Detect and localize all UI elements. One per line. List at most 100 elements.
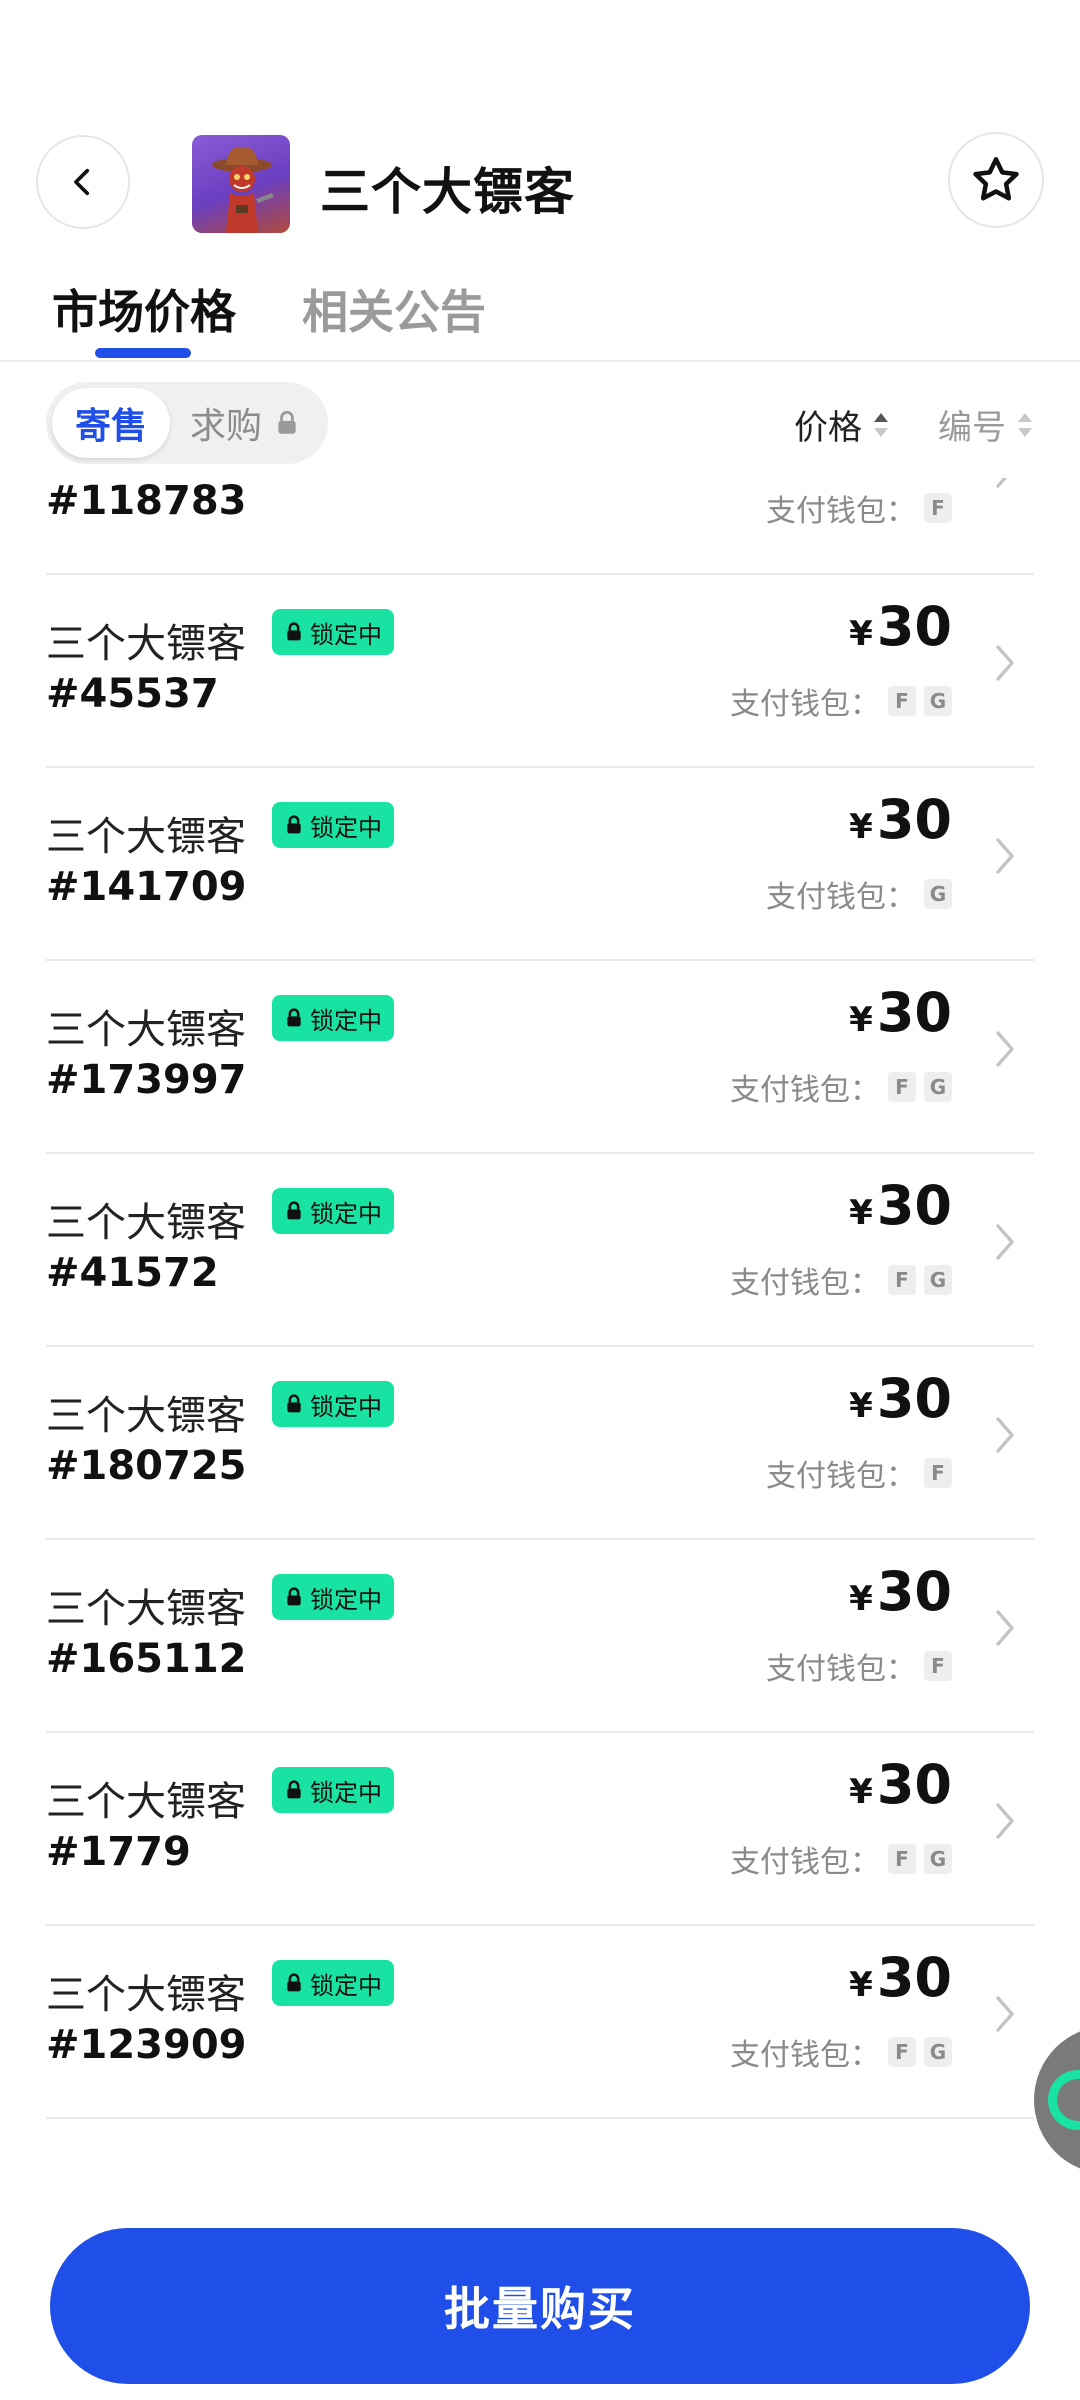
list-item[interactable]: 三个大镖客 锁定中 #180725 ¥ 30 支付钱包： F [46, 1347, 1034, 1540]
wallet-tag: F [888, 1265, 916, 1295]
currency-symbol: ¥ [849, 1193, 873, 1233]
payment-wallets: 支付钱包： FG [730, 1258, 952, 1302]
active-tab-indicator [95, 348, 191, 358]
lock-icon [278, 410, 296, 434]
wallet-tag: G [924, 2037, 952, 2067]
locked-badge-label: 锁定中 [310, 1006, 382, 1035]
item-price: ¥ 30 [849, 1560, 952, 1623]
lock-icon [287, 1973, 301, 1992]
list-item[interactable]: 三个大镖客 锁定中 #41572 ¥ 30 支付钱包： FG [46, 1154, 1034, 1347]
back-button[interactable] [36, 135, 130, 229]
list-item[interactable]: 三个大镖客 锁定中 #123909 ¥ 30 支付钱包： FG [46, 1926, 1034, 2119]
sort-price-label: 价格 [794, 408, 862, 448]
item-name: 三个大镖客 [46, 1200, 246, 1246]
currency-symbol: ¥ [849, 1000, 873, 1040]
item-number: #165112 [46, 1636, 247, 1682]
favorite-button[interactable] [948, 132, 1044, 228]
wallet-tag: F [888, 2037, 916, 2067]
item-name: 三个大镖客 [46, 814, 246, 860]
list-item[interactable]: 三个大镖客 锁定中 #165112 ¥ 30 支付钱包： F [46, 1540, 1034, 1733]
lock-icon [287, 1201, 301, 1220]
bulk-buy-button[interactable]: 批量购买 [50, 2228, 1030, 2384]
wallet-label: 支付钱包： [766, 1652, 916, 1687]
page-title: 三个大镖客 [320, 163, 575, 221]
star-icon [973, 157, 1019, 201]
payment-wallets: 支付钱包： FG [730, 1837, 952, 1881]
item-number: #180725 [46, 1443, 247, 1489]
tab-announcements[interactable]: 相关公告 [302, 276, 486, 342]
segment-purchase-request[interactable]: 求购 [190, 382, 300, 464]
price-amount: 30 [876, 981, 952, 1044]
payment-wallets: 支付钱包： FG [730, 2030, 952, 2074]
lock-icon [287, 1394, 301, 1413]
collection-avatar [192, 135, 290, 233]
list-item[interactable]: 三个大镖客 锁定中 #141709 ¥ 30 支付钱包： G [46, 768, 1034, 961]
wallet-tag: F [924, 1458, 952, 1488]
payment-wallets: 支付钱包： FG [730, 1065, 952, 1109]
locked-badge-label: 锁定中 [310, 1392, 382, 1421]
locked-badge: 锁定中 [272, 995, 394, 1041]
locked-badge: 锁定中 [272, 1767, 394, 1813]
payment-wallets: 支付钱包： G [766, 872, 952, 916]
item-price: ¥ 30 [849, 1367, 952, 1430]
item-number: #1779 [46, 1829, 191, 1875]
locked-badge: 锁定中 [272, 1381, 394, 1427]
price-amount: 30 [876, 1367, 952, 1430]
item-name: 三个大镖客 [46, 1393, 246, 1439]
listing-type-segment: 寄售 求购 [46, 382, 328, 464]
item-number: #118783 [46, 478, 247, 524]
wallet-label: 支付钱包： [730, 2038, 880, 2073]
sort-by-number[interactable]: 编号 [938, 400, 1034, 449]
chevron-right-icon [996, 1996, 1014, 2032]
assistant-icon [1048, 2070, 1080, 2130]
sort-by-price[interactable]: 价格 [794, 400, 890, 449]
item-price: ¥ 30 [849, 1753, 952, 1816]
list-item[interactable]: 三个大镖客 锁定中 #1779 ¥ 30 支付钱包： FG [46, 1733, 1034, 1926]
lock-icon [287, 622, 301, 641]
wallet-tag: G [924, 879, 952, 909]
list-item[interactable]: 三个大镖客 锁定中 #173997 ¥ 30 支付钱包： FG [46, 961, 1034, 1154]
chevron-right-icon [996, 1610, 1014, 1646]
chevron-right-icon [996, 838, 1014, 874]
list-item[interactable]: 三个大镖客 锁定中 #118783 ¥ 30 支付钱包： F [46, 478, 1034, 575]
locked-badge: 锁定中 [272, 1188, 394, 1234]
locked-badge-label: 锁定中 [310, 813, 382, 842]
chevron-right-icon [996, 478, 1008, 488]
chevron-right-icon [996, 1031, 1014, 1067]
wallet-tag: F [924, 493, 952, 523]
chevron-right-icon [996, 1224, 1014, 1260]
wallet-label: 支付钱包： [766, 1459, 916, 1494]
item-price: ¥ 30 [849, 595, 952, 658]
lock-icon [287, 1587, 301, 1606]
wallet-tag: G [924, 686, 952, 716]
chevron-right-icon [996, 1417, 1014, 1453]
wallet-tag: F [888, 1844, 916, 1874]
lock-icon [287, 1008, 301, 1027]
header: 三个大镖客 [0, 130, 1080, 240]
wallet-tag: G [924, 1072, 952, 1102]
item-number: #141709 [46, 864, 247, 910]
listing-list[interactable]: 三个大镖客 锁定中 #118783 ¥ 30 支付钱包： F 三个大镖客 锁定中 [0, 478, 1080, 2198]
locked-badge-label: 锁定中 [310, 1778, 382, 1807]
currency-symbol: ¥ [849, 1386, 873, 1426]
locked-badge-label: 锁定中 [310, 1199, 382, 1228]
payment-wallets: 支付钱包： FG [730, 679, 952, 723]
wallet-tag: F [924, 1651, 952, 1681]
locked-badge: 锁定中 [272, 1574, 394, 1620]
segment-consignment[interactable]: 寄售 [52, 388, 170, 458]
tab-market-price[interactable]: 市场价格 [52, 276, 236, 342]
price-amount: 30 [876, 1946, 952, 2009]
item-name: 三个大镖客 [46, 621, 246, 667]
item-price: ¥ 30 [849, 981, 952, 1044]
wallet-label: 支付钱包： [730, 1073, 880, 1108]
item-price: ¥ 30 [849, 788, 952, 851]
sort-arrows-icon [874, 412, 888, 437]
price-amount: 30 [876, 1753, 952, 1816]
item-name: 三个大镖客 [46, 1972, 246, 2018]
list-item[interactable]: 三个大镖客 锁定中 #45537 ¥ 30 支付钱包： FG [46, 575, 1034, 768]
currency-symbol: ¥ [849, 614, 873, 654]
price-amount: 30 [876, 1174, 952, 1237]
lock-icon [287, 1780, 301, 1799]
chevron-left-icon [74, 168, 90, 196]
cowboy-character-image [212, 146, 274, 233]
